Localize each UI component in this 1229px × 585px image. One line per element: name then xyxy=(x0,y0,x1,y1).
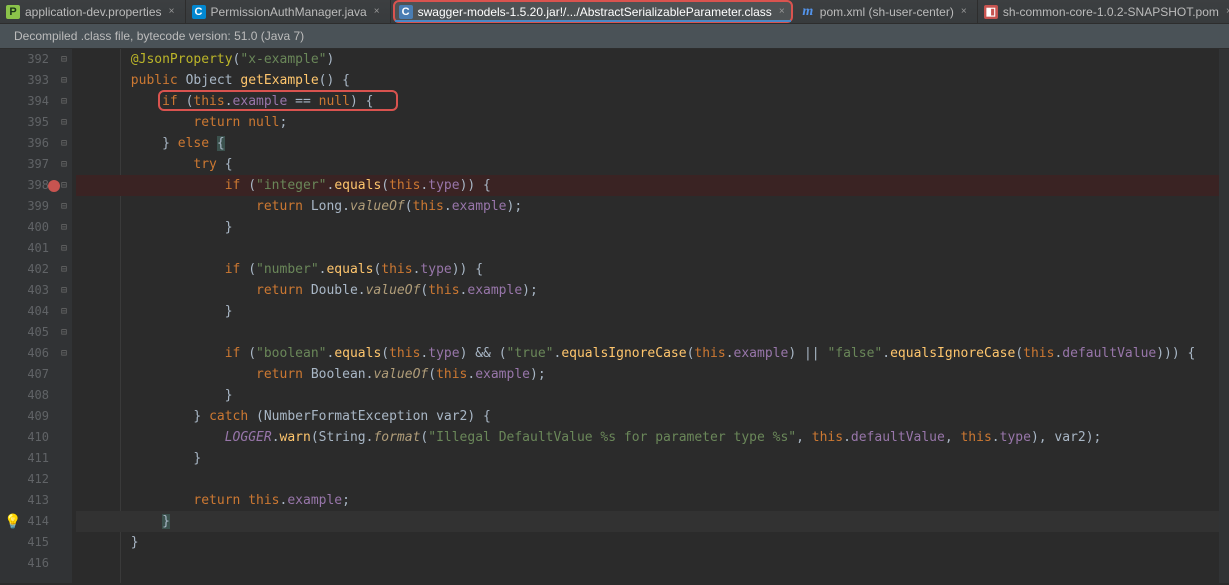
code-line[interactable]: public Object getExample() { xyxy=(76,70,1229,91)
fold-marker-icon[interactable]: ⊟ xyxy=(56,280,72,301)
code-line[interactable] xyxy=(76,553,1229,574)
code-line[interactable]: } xyxy=(76,448,1229,469)
close-tab-icon[interactable]: × xyxy=(372,7,382,17)
file-icon: ◧ xyxy=(984,5,998,19)
code-line[interactable]: } xyxy=(76,532,1229,553)
tab-abstract-serializable-parameter[interactable]: C swagger-models-1.5.20.jar!/.../Abstrac… xyxy=(393,0,793,23)
code-line[interactable]: return this.example; xyxy=(76,490,1229,511)
class-file-icon: C xyxy=(399,5,413,19)
tab-sh-common-core-pom[interactable]: ◧ sh-common-core-1.0.2-SNAPSHOT.pom × xyxy=(978,0,1229,23)
code-line[interactable]: }💡 xyxy=(76,511,1229,532)
line-number: 401 xyxy=(10,238,49,259)
code-area[interactable]: @JsonProperty("x-example") public Object… xyxy=(72,49,1229,583)
code-line[interactable]: return Long.valueOf(this.example); xyxy=(76,196,1229,217)
fold-marker-icon[interactable]: ⊟ xyxy=(56,259,72,280)
line-number: 408 xyxy=(10,385,49,406)
code-line[interactable]: if (this.example == null) { xyxy=(76,91,1229,112)
error-stripe[interactable] xyxy=(1219,49,1229,583)
line-number: 393 xyxy=(10,70,49,91)
tab-label: sh-common-core-1.0.2-SNAPSHOT.pom xyxy=(1003,5,1219,19)
properties-file-icon: P xyxy=(6,5,20,19)
code-line[interactable]: if ("number".equals(this.type)) { xyxy=(76,259,1229,280)
line-number: 399 xyxy=(10,196,49,217)
close-tab-icon[interactable]: × xyxy=(167,7,177,17)
fold-marker-icon[interactable]: ⊟ xyxy=(56,238,72,259)
code-line[interactable]: } xyxy=(76,385,1229,406)
code-line[interactable] xyxy=(76,322,1229,343)
fold-marker-icon[interactable]: ⊟ xyxy=(56,322,72,343)
tab-label: swagger-models-1.5.20.jar!/.../AbstractS… xyxy=(418,5,772,19)
line-number: 403 xyxy=(10,280,49,301)
tab-label: application-dev.properties xyxy=(25,5,162,19)
code-line[interactable]: return null; xyxy=(76,112,1229,133)
fold-marker-icon[interactable]: ⊟ xyxy=(56,91,72,112)
fold-marker-icon[interactable]: ⊟ xyxy=(56,154,72,175)
maven-file-icon: m xyxy=(801,5,815,19)
fold-marker-icon[interactable]: ⊟ xyxy=(56,217,72,238)
line-number: 396 xyxy=(10,133,49,154)
code-line[interactable]: } catch (NumberFormatException var2) { xyxy=(76,406,1229,427)
line-number: 411 xyxy=(10,448,49,469)
fold-marker-icon[interactable]: ⊟ xyxy=(56,70,72,91)
fold-marker-icon[interactable]: ⊟ xyxy=(56,49,72,70)
line-number: 407 xyxy=(10,364,49,385)
code-line[interactable]: @JsonProperty("x-example") xyxy=(76,49,1229,70)
code-line[interactable] xyxy=(76,238,1229,259)
breakpoint-marker-icon[interactable] xyxy=(48,180,60,192)
line-number: 397 xyxy=(10,154,49,175)
tab-label: pom.xml (sh-user-center) xyxy=(820,5,954,19)
tab-strip: P application-dev.properties × C Permiss… xyxy=(0,0,1229,24)
line-number-gutter: 3923933943953963973983994004014024034044… xyxy=(0,49,56,583)
code-line[interactable]: if ("boolean".equals(this.type) && ("tru… xyxy=(76,343,1229,364)
line-number: 406 xyxy=(10,343,49,364)
fold-marker-icon[interactable]: ⊟ xyxy=(56,196,72,217)
code-line[interactable]: } xyxy=(76,301,1229,322)
line-number: 409 xyxy=(10,406,49,427)
intention-bulb-icon[interactable]: 💡 xyxy=(4,515,18,529)
code-line[interactable]: if ("integer".equals(this.type)) { xyxy=(76,175,1229,196)
line-number: 415 xyxy=(10,532,49,553)
fold-column[interactable]: ⊟⊟⊟⊟⊟⊟ ⊟ ⊟ ⊟ ⊟ ⊟⊟ ⊟ ⊟⊟ xyxy=(56,49,72,583)
line-number: 405 xyxy=(10,322,49,343)
fold-marker-icon[interactable]: ⊟ xyxy=(56,301,72,322)
code-line[interactable]: } xyxy=(76,217,1229,238)
line-number: 404 xyxy=(10,301,49,322)
tab-label: PermissionAuthManager.java xyxy=(211,5,367,19)
code-line[interactable]: return Double.valueOf(this.example); xyxy=(76,280,1229,301)
line-number: 413 xyxy=(10,490,49,511)
line-number: 394 xyxy=(10,91,49,112)
line-number: 416 xyxy=(10,553,49,574)
code-line[interactable]: try { xyxy=(76,154,1229,175)
line-number: 402 xyxy=(10,259,49,280)
line-number: 392 xyxy=(10,49,49,70)
line-number: 410 xyxy=(10,427,49,448)
line-number: 398 xyxy=(10,175,49,196)
code-line[interactable] xyxy=(76,469,1229,490)
code-line[interactable]: } else { xyxy=(76,133,1229,154)
tab-application-dev[interactable]: P application-dev.properties × xyxy=(0,0,186,23)
fold-marker-icon[interactable]: ⊟ xyxy=(56,112,72,133)
editor: 3923933943953963973983994004014024034044… xyxy=(0,49,1229,583)
line-number: 412 xyxy=(10,469,49,490)
java-class-icon: C xyxy=(192,5,206,19)
tab-permission-auth-manager[interactable]: C PermissionAuthManager.java × xyxy=(186,0,391,23)
tab-pom-sh-user-center[interactable]: m pom.xml (sh-user-center) × xyxy=(795,0,978,23)
close-tab-icon[interactable]: × xyxy=(1224,7,1229,17)
decompiled-banner: Decompiled .class file, bytecode version… xyxy=(0,24,1229,49)
line-number: 395 xyxy=(10,112,49,133)
line-number: 400 xyxy=(10,217,49,238)
close-tab-icon[interactable]: × xyxy=(777,7,787,17)
code-line[interactable]: LOGGER.warn(String.format("Illegal Defau… xyxy=(76,427,1229,448)
fold-marker-icon[interactable]: ⊟ xyxy=(56,133,72,154)
fold-marker-icon[interactable]: ⊟ xyxy=(56,343,72,364)
code-line[interactable]: return Boolean.valueOf(this.example); xyxy=(76,364,1229,385)
close-tab-icon[interactable]: × xyxy=(959,7,969,17)
